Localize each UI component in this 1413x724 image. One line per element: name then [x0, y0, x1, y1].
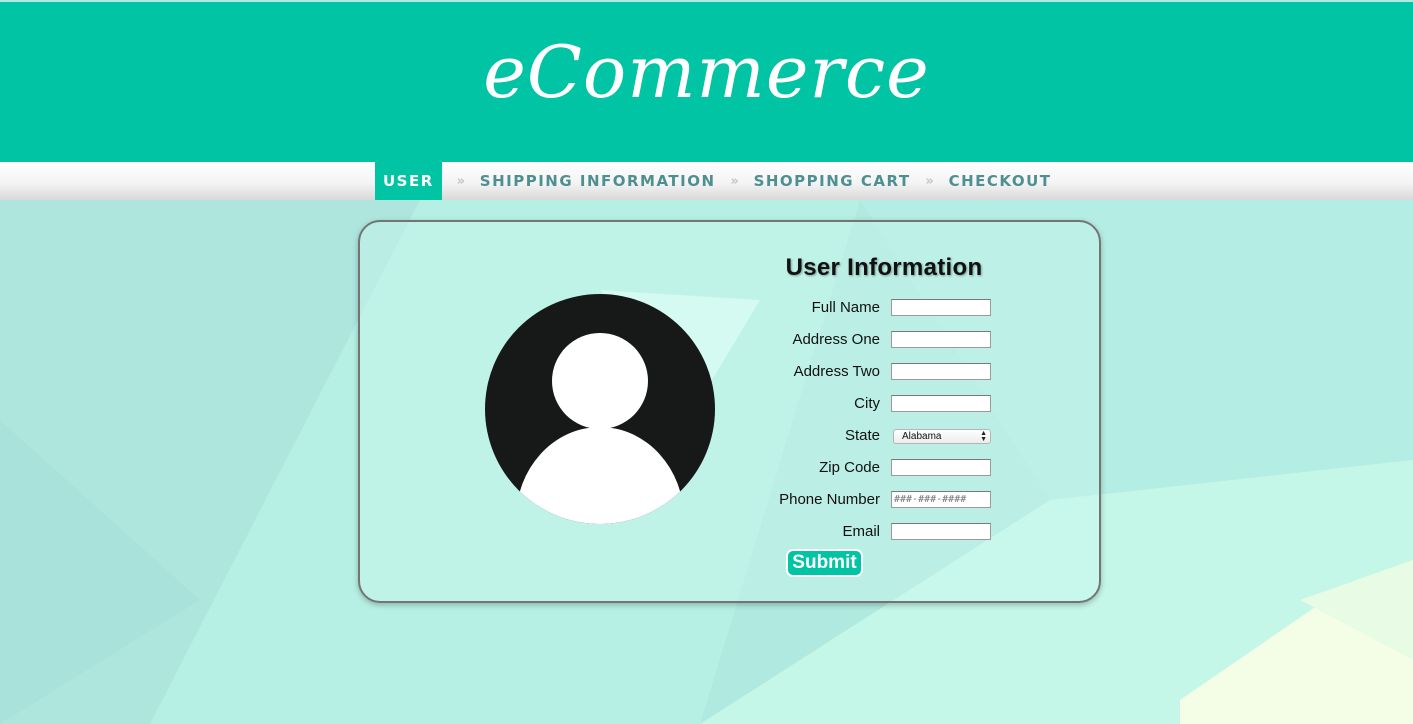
phone-number-row: Phone Number	[740, 490, 1000, 510]
address-one-input[interactable]	[891, 331, 991, 348]
nav-separator-icon: »	[456, 173, 465, 189]
form-title: User Information	[785, 254, 983, 281]
nav-item-user[interactable]: USER	[375, 162, 442, 200]
address-one-label: Address One	[792, 331, 880, 348]
state-label: State	[844, 427, 880, 444]
nav-item-shopping-cart[interactable]: SHOPPING CART	[754, 162, 911, 200]
brand-logo: eCommerce	[483, 30, 930, 114]
user-avatar-icon	[485, 294, 715, 524]
address-two-label: Address Two	[793, 363, 880, 380]
nav-item-shipping-information[interactable]: SHIPPING INFORMATION	[480, 162, 716, 200]
state-select[interactable]: Alabama ▲ ▼	[893, 429, 991, 444]
nav-separator-icon: »	[730, 173, 739, 189]
email-row: Email	[740, 522, 1000, 542]
city-input[interactable]	[891, 395, 991, 412]
zip-code-input[interactable]	[891, 459, 991, 476]
submit-button[interactable]: Submit	[786, 549, 863, 577]
zip-code-row: Zip Code	[740, 458, 1000, 478]
city-row: City	[740, 394, 1000, 414]
phone-number-label: Phone Number	[779, 491, 880, 508]
email-input[interactable]	[891, 523, 991, 540]
state-selected-value: Alabama	[902, 431, 942, 442]
address-two-row: Address Two	[740, 362, 1000, 382]
zip-code-label: Zip Code	[819, 459, 880, 476]
email-label: Email	[842, 523, 880, 540]
address-one-row: Address One	[740, 330, 1000, 350]
full-name-row: Full Name	[740, 298, 1000, 318]
nav-item-checkout[interactable]: CHECKOUT	[949, 162, 1052, 200]
full-name-label: Full Name	[811, 299, 880, 316]
address-two-input[interactable]	[891, 363, 991, 380]
up-down-arrows-icon: ▲ ▼	[980, 430, 987, 443]
checkout-progress-nav: USER » SHIPPING INFORMATION » SHOPPING C…	[0, 162, 1413, 200]
phone-number-input[interactable]	[891, 491, 991, 508]
site-header: eCommerce	[0, 2, 1413, 162]
full-name-input[interactable]	[891, 299, 991, 316]
city-label: City	[854, 395, 880, 412]
state-row: State Alabama ▲ ▼	[740, 426, 1000, 446]
nav-separator-icon: »	[925, 173, 934, 189]
